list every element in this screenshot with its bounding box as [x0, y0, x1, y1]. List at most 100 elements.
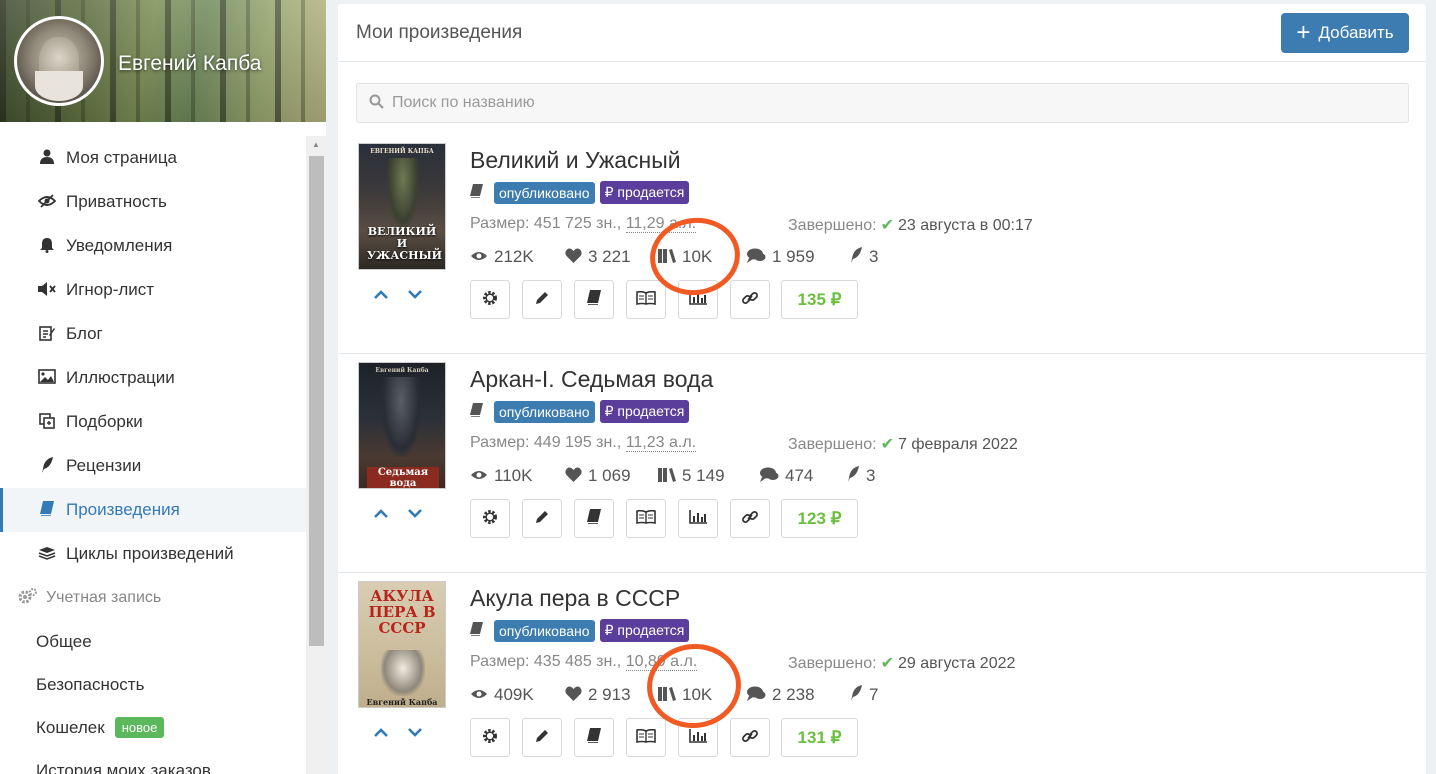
gear-icon — [482, 509, 498, 529]
link-button[interactable] — [730, 718, 770, 757]
book-cover[interactable]: Евгений Капба Седьмая вода — [358, 362, 446, 489]
for-sale-badge: ₽ продается — [599, 181, 690, 204]
sidebar-item-collections[interactable]: Подборки — [0, 400, 306, 444]
settings-button[interactable] — [470, 718, 510, 757]
edit-button[interactable] — [522, 499, 562, 538]
book-button[interactable] — [574, 280, 614, 319]
move-down-icon[interactable] — [407, 502, 423, 523]
cover-title: ВЕЛИКИЙ И УЖАСНЫЙ — [367, 225, 443, 262]
move-up-icon[interactable] — [373, 721, 389, 742]
book-button[interactable] — [574, 718, 614, 757]
move-up-icon[interactable] — [373, 283, 389, 304]
read-button[interactable] — [626, 280, 666, 319]
work-title[interactable]: Аркан-I. Седьмая вода — [470, 366, 713, 393]
move-down-icon[interactable] — [407, 283, 423, 304]
edit-button[interactable] — [522, 718, 562, 757]
edit-icon — [36, 325, 58, 344]
sidebar-item-works[interactable]: Произведения — [0, 488, 306, 532]
sidebar-item-notifications[interactable]: Уведомления — [0, 224, 306, 268]
link-button[interactable] — [730, 499, 770, 538]
eye-icon — [470, 687, 488, 704]
sidebar-item-security[interactable]: Безопасность — [0, 663, 306, 706]
cover-author: ЕВГЕНИЙ КАПБА — [370, 148, 434, 155]
sidebar-item-blog[interactable]: Блог — [0, 312, 306, 356]
sidebar-item-general[interactable]: Общее — [0, 620, 306, 663]
comments-count: 2 238 — [772, 685, 815, 704]
gears-icon — [18, 587, 38, 609]
move-up-icon[interactable] — [373, 502, 389, 523]
sidebar-item-label: Моя страница — [66, 148, 178, 167]
link-icon — [742, 290, 758, 310]
settings-button[interactable] — [470, 499, 510, 538]
for-sale-label: продается — [617, 184, 685, 200]
sidebar-item-illustrations[interactable]: Иллюстрации — [0, 356, 306, 400]
sidebar-item-reviews[interactable]: Рецензии — [0, 444, 306, 488]
heart-icon — [565, 248, 582, 267]
likes-stat: 1 069 — [565, 466, 658, 486]
sidebar-item-wallet[interactable]: Кошелек новое — [0, 706, 306, 749]
order-arrows — [373, 283, 423, 304]
comments-count: 474 — [785, 466, 814, 485]
sidebar-scrollbar[interactable]: ▲ — [306, 136, 326, 774]
scroll-up-arrow[interactable]: ▲ — [310, 140, 322, 150]
user-icon — [36, 149, 58, 167]
sidebar-item-ignore-list[interactable]: Игнор-лист — [0, 268, 306, 312]
search-input[interactable]: Поиск по названию — [356, 83, 1409, 123]
work-tags: опубликовано ₽ продается — [470, 619, 690, 642]
completed-label: Завершено: — [788, 217, 877, 234]
price-button[interactable]: 123 ₽ — [781, 499, 858, 538]
read-button[interactable] — [626, 499, 666, 538]
bar-chart-icon — [689, 509, 707, 528]
sidebar-item-series[interactable]: Циклы произведений — [0, 532, 306, 576]
open-book-icon — [636, 509, 656, 528]
link-button[interactable] — [730, 280, 770, 319]
work-item: АКУЛА ПЕРА В СССР Евгений Капба Акула пе… — [338, 573, 1426, 774]
sidebar-item-my-page[interactable]: Моя страница — [0, 136, 306, 180]
edit-button[interactable] — [522, 280, 562, 319]
check-icon: ✔ — [880, 655, 894, 672]
libraries-count: 5 149 — [682, 466, 725, 485]
cover-figure — [387, 158, 419, 228]
work-actions: 123 ₽ — [470, 499, 858, 538]
sidebar-item-order-history[interactable]: История моих заказов — [0, 749, 306, 774]
views-stat: 409K — [470, 685, 565, 705]
heart-icon — [565, 467, 582, 486]
price-button[interactable]: 135 ₽ — [781, 280, 858, 319]
read-button[interactable] — [626, 718, 666, 757]
link-icon — [742, 509, 758, 529]
work-title[interactable]: Великий и Ужасный — [470, 147, 681, 174]
settings-button[interactable] — [470, 280, 510, 319]
cover-title: Седьмая вода — [367, 467, 439, 488]
sidebar-item-label: Подборки — [66, 412, 143, 431]
for-sale-badge: ₽ продается — [599, 400, 690, 423]
published-badge: опубликовано — [494, 181, 595, 204]
profile-name[interactable]: Евгений Капба — [118, 52, 261, 76]
move-down-icon[interactable] — [407, 721, 423, 742]
sidebar-item-label: Иллюстрации — [66, 368, 175, 387]
scroll-thumb[interactable] — [309, 156, 324, 646]
work-item: Евгений Капба Седьмая вода Аркан-I. Седь… — [338, 354, 1426, 573]
reviews-count: 3 — [869, 247, 879, 266]
book-button[interactable] — [574, 499, 614, 538]
cover-title: АКУЛА ПЕРА В СССР — [368, 587, 436, 637]
book-cover[interactable]: АКУЛА ПЕРА В СССР Евгений Капба — [358, 581, 446, 708]
work-size: Размер: 449 195 зн., 11,23 а.л. — [470, 434, 697, 452]
statistics-button[interactable] — [678, 499, 718, 538]
sidebar-item-label: Кошелек — [36, 717, 105, 737]
link-icon — [742, 728, 758, 748]
work-completed: Завершено: ✔ 7 февраля 2022 — [788, 434, 1018, 454]
for-sale-badge: ₽ продается — [599, 619, 690, 642]
add-button[interactable]: + Добавить — [1281, 13, 1409, 53]
price-button[interactable]: 131 ₽ — [781, 718, 858, 757]
sidebar-item-label: Приватность — [66, 192, 167, 211]
cover-figure — [381, 650, 425, 696]
work-title[interactable]: Акула пера в СССР — [470, 585, 680, 612]
sidebar-item-label: Рецензии — [66, 456, 142, 475]
views-count: 409K — [494, 685, 534, 704]
book-icon — [470, 622, 483, 639]
sidebar-item-privacy[interactable]: Приватность — [0, 180, 306, 224]
gear-icon — [482, 728, 498, 748]
book-icon — [587, 728, 601, 747]
avatar[interactable] — [14, 16, 104, 106]
book-cover[interactable]: ЕВГЕНИЙ КАПБА ВЕЛИКИЙ И УЖАСНЫЙ — [358, 143, 446, 270]
